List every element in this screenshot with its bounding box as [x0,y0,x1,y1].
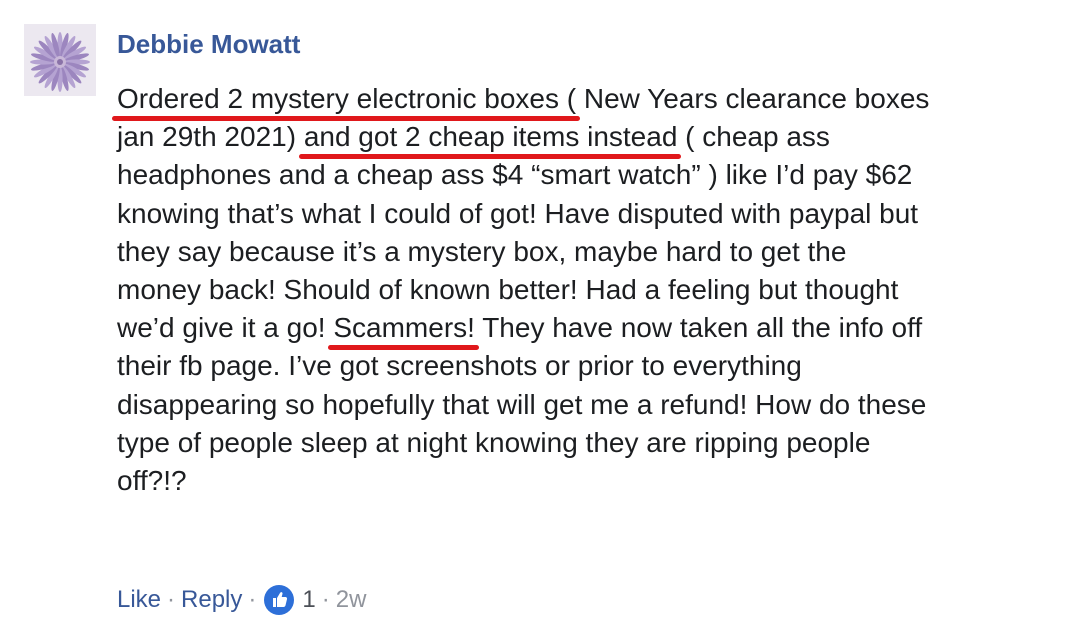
body-text: type of people sleep at night knowing th… [117,426,871,458]
body-text: money back! Should of known better! Had … [117,273,899,305]
comment-body-line: headphones and a cheap ass $4 “smart wat… [117,156,1067,194]
separator: · [321,586,330,613]
body-text: they say because it’s a mystery box, may… [117,235,847,267]
underlined-text: Scammers! [333,312,475,344]
body-text: disappearing so hopefully that will get … [117,388,927,420]
comment-body-line: they say because it’s a mystery box, may… [117,233,1067,271]
body-text: jan 29th 2021) [117,121,304,153]
like-link[interactable]: Like [117,583,161,617]
comment-body-line: type of people sleep at night knowing th… [117,424,1067,462]
separator: · [248,586,257,613]
comment-body: Ordered 2 mystery electronic boxes ( New… [117,80,1067,500]
comment-body-line: Ordered 2 mystery electronic boxes ( New… [117,80,1067,118]
body-text: off?!? [117,464,187,496]
timestamp[interactable]: 2w [336,583,367,617]
body-text: ( cheap ass [677,121,830,153]
body-text: They have now taken all the info off [474,312,923,344]
body-text: knowing that’s what I could of got! Have… [117,197,919,229]
comment-body-line: disappearing so hopefully that will get … [117,386,1067,424]
comment-body-line: knowing that’s what I could of got! Have… [117,195,1067,233]
comment-author[interactable]: Debbie Mowatt [117,27,300,61]
comment: Debbie Mowatt Ordered 2 mystery electron… [0,0,1080,632]
thumbs-up-icon[interactable] [264,585,295,615]
underlined-text: Ordered 2 mystery electronic boxes ( [117,83,577,114]
separator: · [167,586,176,613]
comment-body-line: jan 29th 2021) and got 2 cheap items ins… [117,118,1067,156]
underlined-text: and got 2 cheap items instead [303,121,678,153]
body-text: headphones and a cheap ass $4 “smart wat… [117,159,913,191]
avatar[interactable] [24,24,96,96]
reaction-count[interactable]: 1 [302,583,315,617]
body-text: we’d give it a go! [117,312,334,344]
flower-avatar-image [24,24,96,96]
body-text: their fb page. I’ve got screenshots or p… [117,350,802,382]
comment-body-line: their fb page. I’ve got screenshots or p… [117,347,1067,385]
comment-body-line: off?!? [117,462,1067,500]
comment-body-line: money back! Should of known better! Had … [117,271,1067,309]
body-text: New Years clearance boxes [576,83,930,114]
reply-link[interactable]: Reply [181,583,242,617]
comment-actions: Like · Reply · 1 · 2w [117,583,366,617]
comment-body-line: we’d give it a go! Scammers! They have n… [117,309,1067,347]
